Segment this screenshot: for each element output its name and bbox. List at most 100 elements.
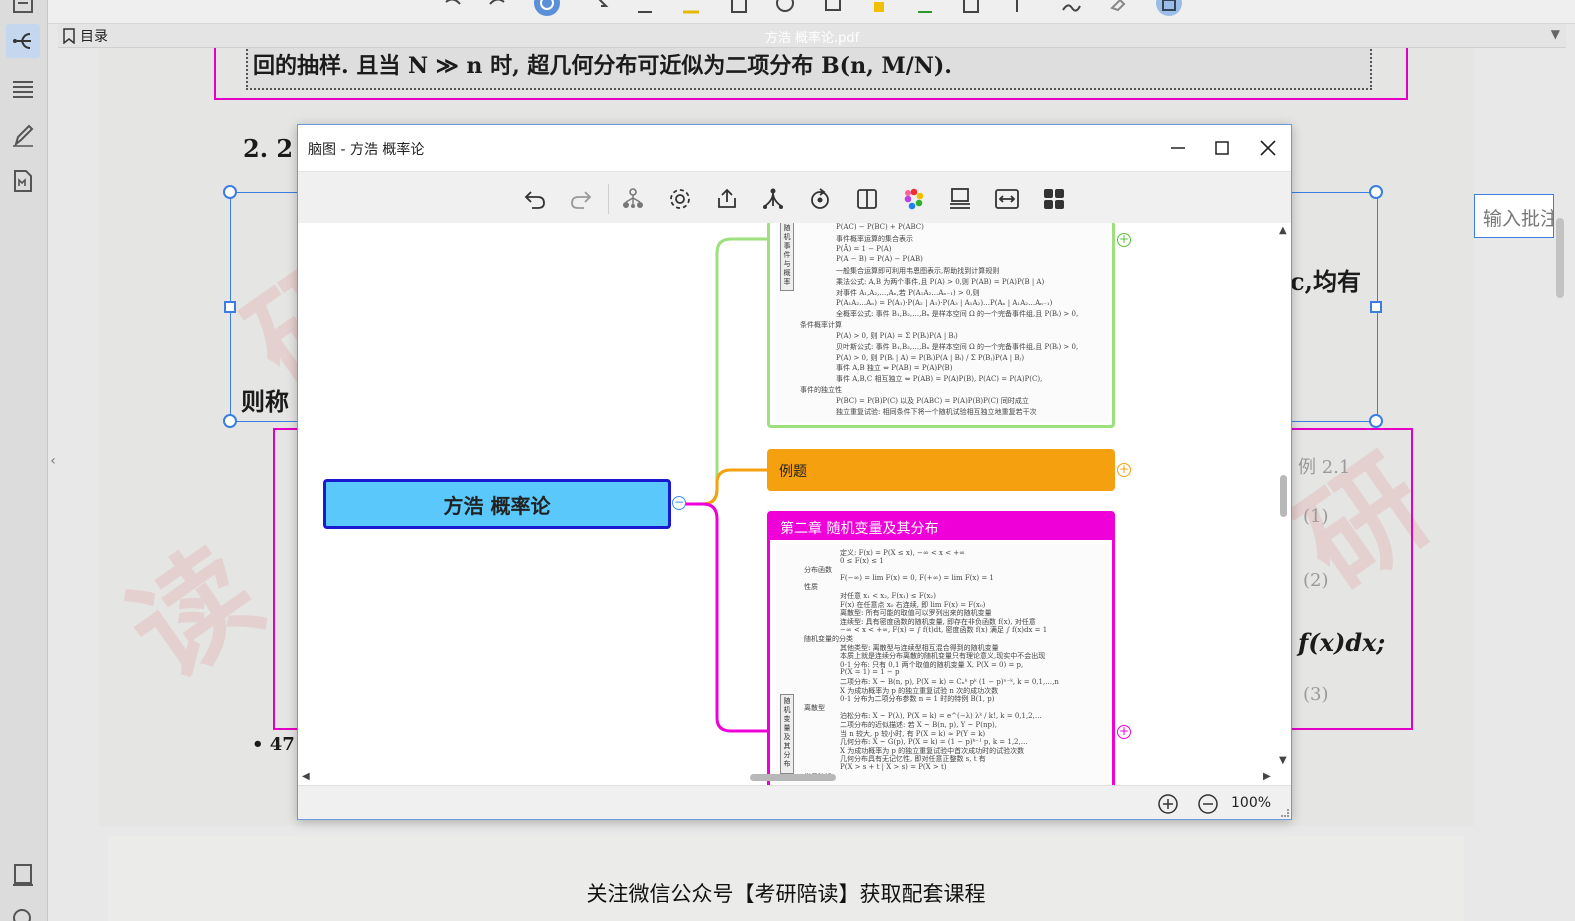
resize-handle[interactable]: [223, 185, 237, 199]
list-icon[interactable]: [6, 72, 40, 106]
section-number: 2. 2: [243, 134, 294, 163]
mindmap-node[interactable]: 随机事件与概率 P(AC) − P(BC) + P(ABC) 事件概率运算的集合表…: [767, 223, 1115, 428]
image-text-line: 离散型: [804, 703, 825, 712]
document-header: 目录 方浩 概率论.pdf ▼: [58, 24, 1566, 48]
note-tool-icon[interactable]: [820, 0, 846, 16]
rectangle-tool-icon[interactable]: [726, 0, 752, 16]
zoom-in-icon[interactable]: [1156, 792, 1180, 816]
close-button[interactable]: [1246, 133, 1290, 163]
image-text-line: 性质: [804, 583, 818, 592]
maximize-button[interactable]: [1200, 133, 1244, 163]
annotation-input[interactable]: 输入批注: [1474, 194, 1554, 238]
pdf-page-next: 关注微信公众号【考研陪读】获取配套课程: [108, 836, 1464, 921]
maximize-icon: [1215, 141, 1229, 155]
signature-icon[interactable]: [1058, 0, 1084, 16]
expand-node-icon[interactable]: +: [1117, 233, 1131, 247]
pencil-tool-icon[interactable]: [632, 0, 658, 16]
textbox-icon[interactable]: [958, 0, 984, 16]
export-icon[interactable]: [710, 182, 744, 216]
collapse-node-icon[interactable]: −: [672, 496, 686, 510]
redo-icon[interactable]: [484, 0, 510, 16]
image-text-line: 乘法公式: A,B 为两个事件,且 P(A) > 0,则 P(AB) = P(A…: [836, 278, 1045, 286]
highlighter-icon[interactable]: [678, 0, 704, 16]
mindmap-root-node[interactable]: 方浩 概率论: [323, 479, 671, 529]
dialog-titlebar[interactable]: 脑图 - 方浩 概率论: [298, 125, 1291, 171]
image-text-line: 0-1 分布为二项分布参数 n = 1 时的特例 B(1, p): [840, 695, 995, 704]
mindmap-node[interactable]: 第二章 随机变量及其分布 随机变量及其分布 定义: F(x) = P(X ≤ x…: [767, 511, 1115, 785]
close-icon: [1260, 140, 1276, 156]
undo-icon[interactable]: [518, 182, 552, 216]
page-text-right: c,均有: [1290, 267, 1361, 296]
node-label: 第二章 随机变量及其分布: [770, 514, 1112, 540]
scrollbar-thumb[interactable]: [1556, 218, 1564, 298]
layout-icon[interactable]: [943, 182, 977, 216]
canvas-vertical-scrollbar[interactable]: ▲ ▼: [1277, 223, 1291, 785]
pen-icon[interactable]: [6, 118, 40, 152]
main-scrollbar[interactable]: [1555, 48, 1565, 826]
chevron-down-icon[interactable]: ▼: [1551, 27, 1560, 41]
resize-handle[interactable]: [1369, 414, 1383, 428]
eraser-icon[interactable]: [1104, 0, 1130, 16]
page-faint-text: (3): [1303, 684, 1329, 705]
watermark: 读: [104, 521, 284, 706]
panel-toggle-icon[interactable]: [1156, 0, 1182, 16]
page-gap: [58, 826, 1566, 836]
page-caption: 关注微信公众号【考研陪读】获取配套课程: [586, 882, 986, 906]
image-text-line: 事件 A,B,C 相互独立 ⇔ P(AB) = P(A)P(B), P(AC) …: [836, 375, 1043, 384]
resize-grip-icon[interactable]: [1281, 809, 1289, 817]
expand-node-icon[interactable]: +: [1117, 725, 1131, 739]
scroll-right-icon[interactable]: ▶: [1263, 771, 1271, 782]
sidebar-collapse-icon[interactable]: ‹: [48, 452, 58, 470]
mindmap-node[interactable]: 例题: [767, 449, 1115, 491]
markdown-file-icon[interactable]: [6, 164, 40, 198]
branch-icon[interactable]: [756, 182, 790, 216]
image-text-line: 事件概率运算的集合表示: [836, 234, 913, 243]
canvas-horizontal-scrollbar[interactable]: ◀ ▶: [298, 771, 1277, 785]
scroll-up-icon[interactable]: ▲: [1279, 225, 1287, 236]
page-faint-text: (1): [1303, 506, 1329, 527]
refresh-icon[interactable]: [803, 182, 837, 216]
scroll-down-icon[interactable]: ▼: [1279, 755, 1287, 766]
text-tool-icon[interactable]: [1004, 0, 1030, 16]
image-text-line: 对事件 A₁,A₂,…,Aₙ,若 P(A₁A₂…Aₙ₋₁) > 0,则: [836, 288, 980, 297]
color-palette-icon[interactable]: [897, 182, 931, 216]
text-highlight-icon[interactable]: [866, 0, 892, 16]
image-vertical-text: 随机变量及其分布: [783, 697, 791, 768]
select-tool-icon[interactable]: [588, 0, 614, 16]
resize-handle[interactable]: [224, 301, 236, 313]
redo-icon[interactable]: [564, 182, 598, 216]
thumbnails-icon[interactable]: [6, 0, 40, 22]
grid-icon[interactable]: [1037, 182, 1071, 216]
structure-icon[interactable]: [616, 182, 650, 216]
page-formula: f(x)dx;: [1298, 628, 1386, 657]
undo-icon[interactable]: [440, 0, 466, 16]
scroll-left-icon[interactable]: ◀: [302, 771, 310, 782]
circle-tool-icon[interactable]: [772, 0, 798, 16]
scrollbar-thumb[interactable]: [750, 774, 836, 781]
image-text-line: P(AC) − P(BC) + P(ABC): [836, 223, 924, 231]
book-icon[interactable]: [6, 858, 40, 892]
minimize-button[interactable]: [1156, 133, 1200, 163]
fit-width-icon[interactable]: [990, 182, 1024, 216]
settings-icon[interactable]: [663, 182, 697, 216]
resize-handle[interactable]: [1369, 185, 1383, 199]
image-text-line: P(BC) = P(B)P(C) 以及 P(ABC) = P(A)P(B)P(C…: [836, 396, 1029, 405]
image-text-line: P(A₁A₂…Aₙ) = P(A₁)·P(A₂ | A₁)·P(A₃ | A₁A…: [836, 298, 1053, 307]
app-window: ‹ 目录 方浩 概率论.pdf ▼ 研 读 研 回的抽样.: [0, 0, 1575, 921]
resize-handle[interactable]: [223, 414, 237, 428]
image-text-line: −∞ < x < +∞, F(x) = ∫ f(t)dt, 密度函数 f(x) …: [840, 626, 1048, 635]
mindmap-icon[interactable]: [6, 24, 40, 58]
image-text-line: 条件概率计算: [800, 321, 842, 330]
mindmap-canvas[interactable]: 方浩 概率论 − 随机事件与概率 P(AC) − P(BC) + P(ABC) 事…: [298, 223, 1291, 785]
search-icon[interactable]: [6, 902, 40, 921]
scrollbar-thumb[interactable]: [1280, 475, 1287, 517]
split-view-icon[interactable]: [850, 182, 884, 216]
image-text-line: 0 ≤ F(x) ≤ 1: [840, 556, 884, 565]
expand-node-icon[interactable]: +: [1117, 463, 1131, 477]
image-text-line: 独立重复试验: 相同条件下将一个随机试验相互独立地重复若干次: [836, 407, 1037, 416]
image-text-line: 分布函数: [804, 566, 832, 575]
resize-handle[interactable]: [1370, 301, 1382, 313]
hand-tool-icon[interactable]: [534, 0, 560, 16]
text-underline-icon[interactable]: [912, 0, 938, 16]
zoom-out-icon[interactable]: [1196, 792, 1220, 816]
